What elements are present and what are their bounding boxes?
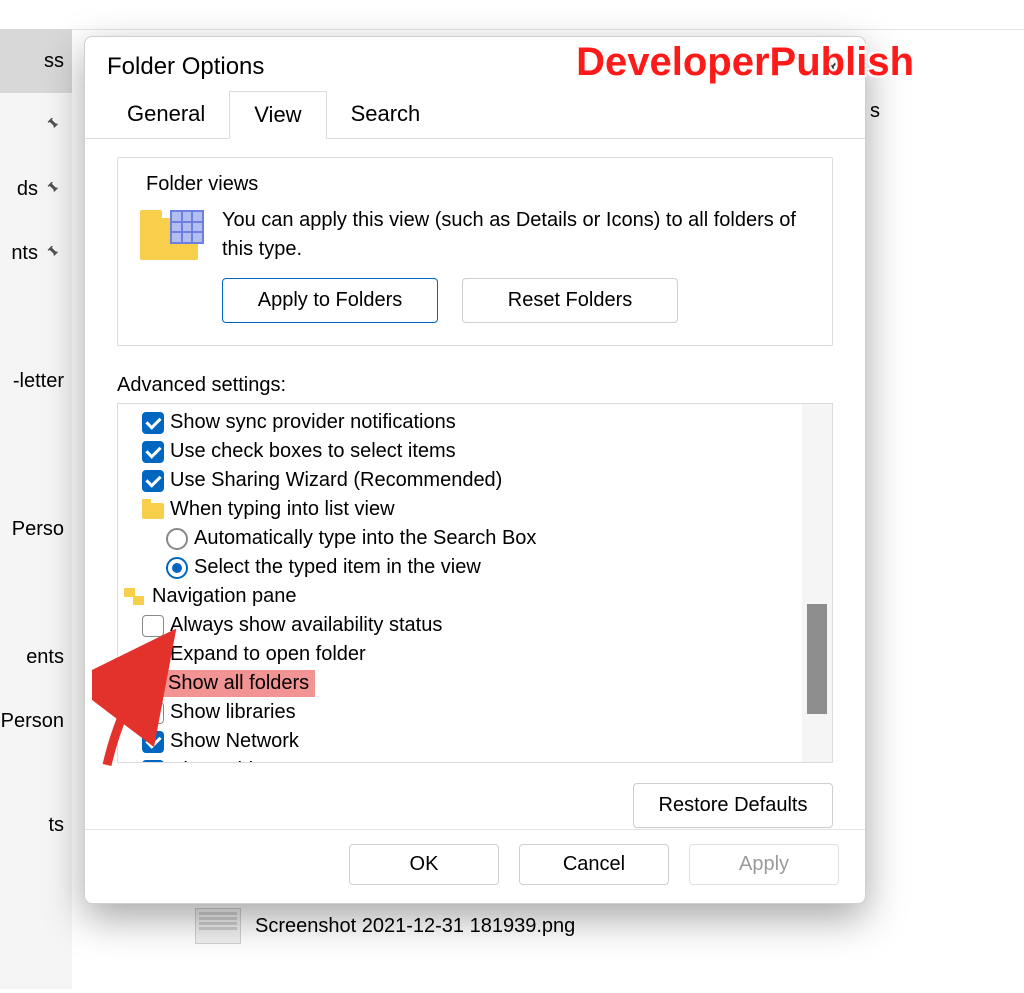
pin-icon (42, 112, 67, 137)
tabs: General View Search (85, 91, 865, 139)
checkbox-show-all-folders[interactable] (140, 673, 162, 695)
label: Show sync provider notifications (170, 409, 456, 436)
folder-icon (142, 503, 164, 519)
reset-folders-button[interactable]: Reset Folders (462, 278, 678, 323)
watermark: DeveloperPublish (576, 40, 914, 85)
tab-general[interactable]: General (103, 91, 229, 138)
label: Expand to open folder (170, 641, 366, 668)
checkbox-show-this-pc[interactable] (142, 760, 164, 763)
sidebar-item[interactable]: ents (0, 625, 72, 689)
file-row[interactable]: Screenshot 2021-12-31 181939.png (195, 908, 575, 944)
sidebar-item[interactable]: ds (0, 157, 72, 221)
checkbox-use-check-boxes[interactable] (142, 441, 164, 463)
label: Automatically type into the Search Box (194, 525, 536, 552)
tab-view[interactable]: View (229, 91, 326, 139)
pin-icon (42, 176, 67, 201)
ok-button[interactable]: OK (349, 844, 499, 885)
sidebar-item[interactable]: ts (0, 793, 72, 857)
label: Select the typed item in the view (194, 554, 481, 581)
folder-options-dialog: Folder Options General View Search Folde… (84, 36, 866, 904)
checkbox-sync[interactable] (142, 412, 164, 434)
restore-defaults-button[interactable]: Restore Defaults (633, 783, 833, 828)
label: Show libraries (170, 699, 296, 726)
sidebar-item[interactable]: Person (0, 689, 72, 753)
background-text: s (870, 100, 880, 123)
checkbox-sharing-wizard[interactable] (142, 470, 164, 492)
advanced-settings-list: Show sync provider notifications Use che… (117, 403, 833, 763)
cancel-button[interactable]: Cancel (519, 844, 669, 885)
file-name: Screenshot 2021-12-31 181939.png (255, 915, 575, 938)
radio-select-typed[interactable] (166, 557, 188, 579)
label: Always show availability status (170, 612, 442, 639)
dialog-title: Folder Options (107, 53, 264, 81)
separator (72, 29, 1024, 30)
checkbox-show-network[interactable] (142, 731, 164, 753)
sidebar-item[interactable]: nts (0, 221, 72, 285)
nav-pane-icon (124, 588, 146, 606)
apply-button: Apply (689, 844, 839, 885)
label: Show all folders (168, 670, 309, 697)
sidebar-item[interactable] (0, 285, 72, 349)
label: Use Sharing Wizard (Recommended) (170, 467, 502, 494)
label: Show This PC (170, 757, 296, 762)
folder-views-text: You can apply this view (such as Details… (222, 206, 810, 264)
radio-auto-type[interactable] (166, 528, 188, 550)
folder-views-icon (140, 210, 204, 262)
checkbox-availability[interactable] (142, 615, 164, 637)
folder-views-group: Folder views You can apply this view (su… (117, 157, 833, 346)
background-sidebar: ss ds nts -letter Perso ents Person ts (0, 29, 72, 989)
group-label: When typing into list view (170, 496, 395, 523)
apply-to-folders-button[interactable]: Apply to Folders (222, 278, 438, 323)
sidebar-item[interactable]: Perso (0, 497, 72, 561)
tab-search[interactable]: Search (327, 91, 445, 138)
dialog-footer: OK Cancel Apply (85, 829, 865, 903)
scrollbar[interactable] (802, 404, 832, 762)
label: Show Network (170, 728, 299, 755)
checkbox-expand[interactable] (142, 644, 164, 666)
scrollbar-thumb[interactable] (807, 604, 827, 714)
pin-icon (42, 240, 67, 265)
file-thumbnail-icon (195, 908, 241, 944)
sidebar-item[interactable]: -letter (0, 349, 72, 413)
sidebar-item[interactable] (0, 93, 72, 157)
group-label: Navigation pane (152, 583, 297, 610)
label: Use check boxes to select items (170, 438, 456, 465)
group-legend: Folder views (140, 173, 264, 196)
checkbox-show-libraries[interactable] (142, 702, 164, 724)
advanced-settings-label: Advanced settings: (117, 374, 833, 397)
sidebar-item[interactable]: ss (0, 29, 72, 93)
